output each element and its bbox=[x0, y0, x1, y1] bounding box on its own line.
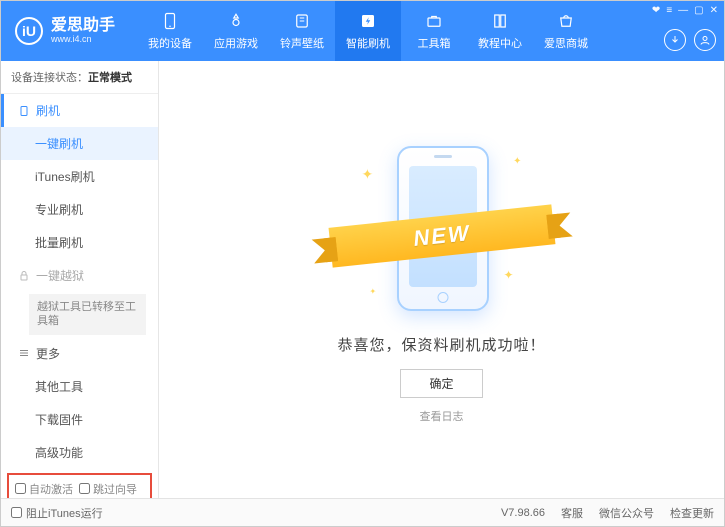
nav-apps[interactable]: 应用游戏 bbox=[203, 1, 269, 61]
sidebar-item-download-firmware[interactable]: 下载固件 bbox=[1, 403, 158, 436]
star-icon: ✦ bbox=[513, 156, 521, 167]
app-logo-icon: iU bbox=[15, 17, 43, 45]
top-nav: 我的设备 应用游戏 铃声壁纸 智能刷机 工具箱 教程中心 bbox=[137, 1, 599, 61]
view-log-link[interactable]: 查看日志 bbox=[420, 408, 464, 424]
star-icon: ✦ bbox=[503, 268, 513, 282]
nav-my-device[interactable]: 我的设备 bbox=[137, 1, 203, 61]
sidebar: 设备连接状态：正常模式 刷机 一键刷机 iTunes刷机 专业刷机 批量刷机 一… bbox=[1, 61, 159, 498]
version-label: V7.98.66 bbox=[501, 507, 545, 519]
app-name: 爱思助手 bbox=[51, 18, 115, 34]
more-icon bbox=[18, 347, 30, 359]
flash-small-icon bbox=[18, 105, 30, 117]
ringtone-icon bbox=[292, 11, 312, 31]
footer-link-wechat[interactable]: 微信公众号 bbox=[599, 505, 654, 521]
star-icon: ✦ bbox=[362, 166, 374, 183]
nav-label: 智能刷机 bbox=[346, 35, 390, 51]
success-illustration: NEW ✦ ✦ ✦ ✦ bbox=[342, 136, 542, 316]
sidebar-item-pro-flash[interactable]: 专业刷机 bbox=[1, 193, 158, 226]
block-itunes-checkbox[interactable]: 阻止iTunes运行 bbox=[11, 505, 103, 521]
sidebar-item-batch-flash[interactable]: 批量刷机 bbox=[1, 226, 158, 259]
gift-icon[interactable]: ❤ bbox=[652, 5, 660, 16]
nav-shop[interactable]: 爱思商城 bbox=[533, 1, 599, 61]
close-button[interactable]: ✕ bbox=[710, 5, 718, 16]
skip-guide-checkbox[interactable]: 跳过向导 bbox=[79, 481, 137, 497]
footer-link-update[interactable]: 检查更新 bbox=[670, 505, 714, 521]
main-content: NEW ✦ ✦ ✦ ✦ 恭喜您，保资料刷机成功啦！ 确定 查看日志 bbox=[159, 61, 724, 498]
lock-icon bbox=[18, 270, 30, 282]
sidebar-item-itunes-flash[interactable]: iTunes刷机 bbox=[1, 160, 158, 193]
ok-button[interactable]: 确定 bbox=[400, 369, 482, 398]
apps-icon bbox=[226, 11, 246, 31]
minimize-button[interactable]: — bbox=[678, 5, 688, 16]
footer-link-support[interactable]: 客服 bbox=[561, 505, 583, 521]
menu-icon[interactable]: ≡ bbox=[666, 5, 672, 16]
sidebar-item-other-tools[interactable]: 其他工具 bbox=[1, 370, 158, 403]
app-url: www.i4.cn bbox=[51, 34, 115, 44]
nav-label: 爱思商城 bbox=[544, 35, 588, 51]
nav-ringtones[interactable]: 铃声壁纸 bbox=[269, 1, 335, 61]
sidebar-item-advanced[interactable]: 高级功能 bbox=[1, 436, 158, 469]
nav-label: 教程中心 bbox=[478, 35, 522, 51]
sidebar-item-onekey-flash[interactable]: 一键刷机 bbox=[1, 127, 158, 160]
section-more[interactable]: 更多 bbox=[1, 337, 158, 370]
success-message: 恭喜您，保资料刷机成功啦！ bbox=[337, 334, 545, 355]
nav-smart-flash[interactable]: 智能刷机 bbox=[335, 1, 401, 61]
nav-toolbox[interactable]: 工具箱 bbox=[401, 1, 467, 61]
device-status: 设备连接状态：正常模式 bbox=[1, 61, 158, 94]
maximize-button[interactable]: ▢ bbox=[694, 5, 703, 16]
user-button[interactable] bbox=[694, 29, 716, 51]
nav-label: 铃声壁纸 bbox=[280, 35, 324, 51]
nav-label: 工具箱 bbox=[418, 35, 451, 51]
app-header: iU 爱思助手 www.i4.cn 我的设备 应用游戏 铃声壁纸 智能刷机 bbox=[1, 1, 724, 61]
auto-activate-checkbox[interactable]: 自动激活 bbox=[15, 481, 73, 497]
book-icon bbox=[490, 11, 510, 31]
footer: 阻止iTunes运行 V7.98.66 客服 微信公众号 检查更新 bbox=[1, 498, 724, 526]
nav-label: 应用游戏 bbox=[214, 35, 258, 51]
section-jailbreak[interactable]: 一键越狱 bbox=[1, 259, 158, 292]
star-icon: ✦ bbox=[370, 287, 377, 296]
toolbox-icon bbox=[424, 11, 444, 31]
jailbreak-moved-note: 越狱工具已转移至工具箱 bbox=[29, 294, 146, 335]
shop-icon bbox=[556, 11, 576, 31]
window-controls: ❤ ≡ — ▢ ✕ bbox=[652, 5, 718, 16]
section-flash[interactable]: 刷机 bbox=[1, 94, 158, 127]
download-button[interactable] bbox=[664, 29, 686, 51]
nav-tutorials[interactable]: 教程中心 bbox=[467, 1, 533, 61]
nav-label: 我的设备 bbox=[148, 35, 192, 51]
phone-icon bbox=[160, 11, 180, 31]
flash-icon bbox=[358, 11, 378, 31]
logo-area: iU 爱思助手 www.i4.cn bbox=[1, 17, 129, 45]
options-highlight-box: 自动激活 跳过向导 bbox=[7, 473, 152, 498]
